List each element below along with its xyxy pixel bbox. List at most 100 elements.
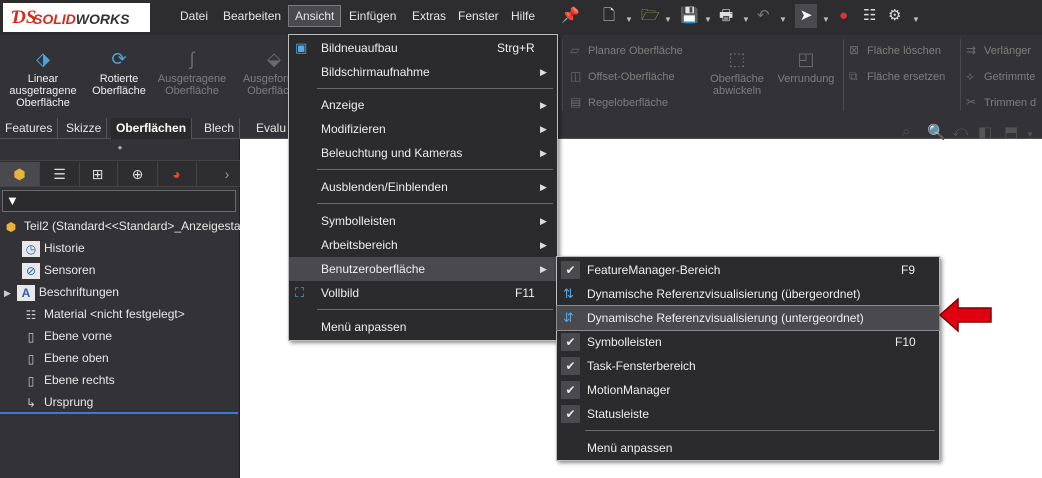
chevron-down-icon[interactable]: ▼	[912, 11, 920, 29]
zoom-to-fit-icon[interactable]: ⌕	[902, 123, 910, 140]
submenu-item-toolbars[interactable]: ✔ Symbolleisten F10	[557, 330, 939, 354]
submenu-arrow-icon: ▶	[540, 148, 547, 158]
tree-item-history[interactable]: ◷ Historie	[22, 237, 85, 259]
submenu-item-motionmanager[interactable]: ✔ MotionManager	[557, 378, 939, 402]
chevron-down-icon[interactable]: ▼	[704, 11, 712, 29]
menu-item-workspace[interactable]: Arbeitsbereich ▶	[289, 233, 557, 257]
submenu-item-task-pane[interactable]: ✔ Task-Fensterbereich	[557, 354, 939, 378]
pin-icon[interactable]: 📌	[561, 7, 580, 25]
view-menu-dropdown: ▣ Bildneuaufbau Strg+R Bildschirmaufnahm…	[288, 34, 558, 341]
replace-face-button[interactable]: ⧉ Fläche ersetzen	[849, 69, 945, 84]
expand-arrow-icon[interactable]: ▶	[4, 288, 11, 298]
chevron-down-icon[interactable]: ▼	[1026, 130, 1034, 139]
displaymanager-tab-icon[interactable]: ◕	[157, 162, 197, 186]
dimxpert-tab-icon[interactable]: ⊕	[118, 162, 158, 186]
tree-item-plane-front[interactable]: ▯ Ebene vorne	[22, 325, 112, 347]
menu-einfuegen[interactable]: Einfügen	[343, 5, 402, 27]
trim-surface-button[interactable]: ✂ Trimmen d	[966, 95, 1036, 109]
planar-surface-button[interactable]: ▱ Planare Oberfläche	[570, 43, 683, 57]
menu-item-hide-show[interactable]: Ausblenden/Einblenden ▶	[289, 175, 557, 199]
checkmark-icon: ✔	[561, 357, 580, 375]
fillet-button[interactable]: ◰ Verrundung	[773, 45, 839, 85]
menu-item-display[interactable]: Anzeige ▶	[289, 93, 557, 117]
tree-item-origin[interactable]: ↳ Ursprung	[22, 391, 93, 413]
menu-extras[interactable]: Extras	[406, 5, 452, 27]
open-icon[interactable]: 🗁	[641, 7, 660, 25]
feature-filter[interactable]: ▼	[2, 190, 236, 212]
menu-fenster[interactable]: Fenster	[452, 5, 505, 27]
chevron-down-icon[interactable]: ▼	[779, 11, 787, 29]
swept-icon: ʃ	[190, 49, 194, 69]
menu-datei[interactable]: Datei	[174, 5, 214, 27]
menu-hilfe[interactable]: Hilfe	[505, 5, 541, 27]
panel-splitter-handle[interactable]: ●	[0, 143, 240, 152]
flatten-surface-button[interactable]: ⬚ Oberfläche abwickeln	[703, 45, 771, 97]
configurationmanager-tab-icon[interactable]: ⊞	[78, 162, 118, 186]
print-icon[interactable]: 🖶	[719, 7, 733, 25]
zoom-to-area-icon[interactable]: 🔍	[927, 123, 946, 141]
featuremanager-tab-icon[interactable]: ⬢	[0, 162, 40, 186]
swept-button[interactable]: ʃ Ausgetragene Oberfläche	[154, 45, 230, 97]
submenu-item-featuremanager[interactable]: ✔ FeatureManager-Bereich F9	[557, 258, 939, 282]
extend-surface-button[interactable]: ⇉ Verlänger	[966, 43, 1031, 57]
submenu-item-status-bar[interactable]: ✔ Statusleiste	[557, 402, 939, 426]
menu-item-toolbars[interactable]: Symbolleisten ▶	[289, 209, 557, 233]
submenu-item-ref-parent[interactable]: ⇅ Dynamische Referenzvisualisierung (übe…	[557, 282, 939, 306]
propertymanager-tab-icon[interactable]: ☰	[40, 162, 80, 186]
menu-separator	[317, 169, 553, 170]
tree-item-sensors[interactable]: ⊘ Sensoren	[22, 259, 95, 281]
flatten-icon: ⬚	[728, 49, 746, 69]
select-cursor-icon[interactable]: ➤	[795, 4, 817, 28]
chevron-right-icon[interactable]: ›	[214, 162, 240, 186]
offset-surface-button[interactable]: ◫ Offset-Oberfläche	[570, 69, 675, 83]
new-document-icon[interactable]: 🗋	[603, 7, 615, 25]
submenu-item-customize-menu[interactable]: Menü anpassen	[557, 436, 939, 460]
submenu-arrow-icon: ▶	[540, 264, 547, 274]
tree-item-plane-top[interactable]: ▯ Ebene oben	[22, 347, 109, 369]
undo-icon[interactable]: ↶	[757, 7, 770, 25]
menu-ansicht[interactable]: Ansicht	[288, 5, 342, 27]
menu-item-user-interface[interactable]: Benutzeroberfläche ▶	[289, 257, 557, 281]
tab-skizze[interactable]: Skizze	[61, 118, 108, 139]
section-view-icon[interactable]: ◧	[978, 123, 992, 141]
menu-item-lights-cameras[interactable]: Beleuchtung und Kameras ▶	[289, 141, 557, 165]
tab-oberflaechen[interactable]: Oberflächen	[111, 118, 193, 139]
gear-icon[interactable]: ⚙	[888, 7, 901, 25]
ruled-surface-button[interactable]: ▤ Regeloberfläche	[570, 95, 668, 109]
title-bar: ƊS SOLIDWORKS Datei Bearbeiten Ansicht E…	[0, 0, 1042, 35]
swept-surface-button[interactable]: ⬗ Linear ausgetragene Oberfläche	[4, 45, 82, 109]
view-orientation-icon[interactable]: ⬒	[1004, 123, 1018, 141]
tree-item-part[interactable]: ⬢ Teil2 (Standard<<Standard>_Anzeigesta	[2, 215, 241, 237]
menu-item-fullscreen[interactable]: ⛶ Vollbild F11	[289, 281, 557, 305]
ref-parent-icon: ⇅	[563, 286, 574, 301]
tab-features[interactable]: Features	[0, 118, 59, 139]
ref-child-icon: ⇵	[563, 310, 574, 325]
menu-bearbeiten[interactable]: Bearbeiten	[217, 5, 287, 27]
menu-item-modify[interactable]: Modifizieren ▶	[289, 117, 557, 141]
previous-view-icon[interactable]: ⤺	[952, 123, 968, 140]
rollback-bar[interactable]	[0, 412, 238, 414]
tab-evaluieren[interactable]: Evalu	[251, 118, 293, 139]
tree-item-annotations[interactable]: ▶ A Beschriftungen	[4, 281, 119, 303]
submenu-item-ref-child[interactable]: ⇵ Dynamische Referenzvisualisierung (unt…	[556, 305, 940, 331]
filter-icon: ▼	[6, 193, 19, 208]
traffic-light-icon[interactable]: ●	[839, 7, 848, 25]
menu-item-customize-menu[interactable]: Menü anpassen	[289, 315, 557, 339]
chevron-down-icon[interactable]: ▼	[625, 11, 633, 29]
tab-blech[interactable]: Blech	[199, 118, 241, 139]
tree-item-material[interactable]: ☷ Material <nicht festgelegt>	[22, 303, 185, 325]
offset-surface-icon: ◫	[570, 69, 582, 83]
planar-surface-icon: ▱	[570, 43, 580, 57]
revolved-surface-button[interactable]: ⟳ Rotierte Oberfläche	[84, 45, 154, 97]
tree-item-plane-right[interactable]: ▯ Ebene rechts	[22, 369, 115, 391]
trimmed-surface-button[interactable]: ⟡ Getrimmte	[966, 69, 1035, 84]
menu-item-rebuild[interactable]: ▣ Bildneuaufbau Strg+R	[289, 36, 557, 60]
menu-item-screen-capture[interactable]: Bildschirmaufnahme ▶	[289, 60, 557, 84]
save-icon[interactable]: 💾	[680, 7, 699, 25]
options-list-icon[interactable]: ☷	[863, 7, 876, 25]
chevron-down-icon[interactable]: ▼	[664, 11, 672, 29]
chevron-down-icon[interactable]: ▼	[742, 11, 750, 29]
solidworks-logo[interactable]: ƊS SOLIDWORKS	[3, 3, 150, 32]
delete-face-button[interactable]: ⊠ Fläche löschen	[849, 43, 941, 57]
chevron-down-icon[interactable]: ▼	[822, 11, 830, 29]
